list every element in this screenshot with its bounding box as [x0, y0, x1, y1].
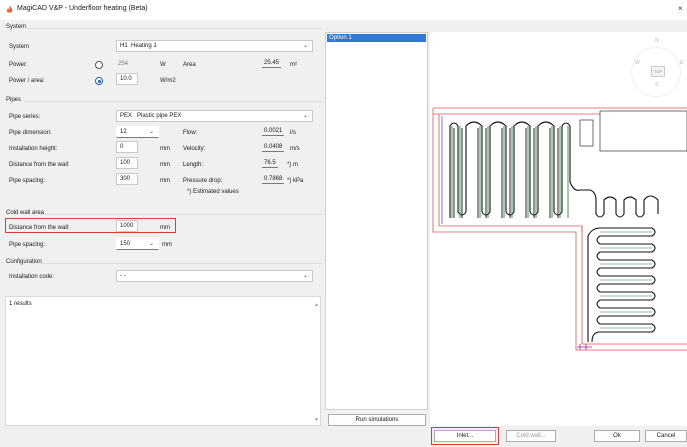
pipes-group-title: Pipes: [6, 97, 22, 103]
chevron-down-icon: ⌄: [302, 113, 308, 119]
flow-label: Flow:: [183, 130, 198, 136]
run-simulations-button[interactable]: Run simulations: [328, 414, 426, 426]
installation-code-value: - -: [120, 273, 126, 279]
pipe-spacing-label: Pipe spacing:: [9, 178, 46, 184]
chevron-down-icon: ⌄: [148, 129, 154, 135]
length-unit: *) m: [287, 162, 298, 168]
pipe-spacing-unit: mm: [160, 178, 170, 184]
power-area-unit: W/m2: [160, 78, 176, 84]
installation-code-select[interactable]: - - ⌄: [116, 270, 313, 282]
title-bar: MagiCAD V&P - Underfloor heating (Beta) …: [0, 0, 687, 20]
chevron-down-icon: ⌄: [148, 241, 154, 247]
area-value: 25.45: [262, 60, 282, 68]
option-list[interactable]: Option 1: [325, 32, 428, 410]
chevron-down-icon: ⌄: [302, 43, 308, 49]
highlight-inlet-button: [431, 427, 499, 445]
system-code: H1: [120, 43, 128, 49]
cold-wall-spacing-value: 150: [120, 241, 131, 247]
cold-wall-group-title: Cold wall area: [6, 210, 45, 216]
configuration-group-title: Configuration: [6, 259, 42, 265]
length-label: Length:: [183, 162, 204, 168]
velocity-label: Velocity:: [183, 146, 206, 152]
pipe-dimension-label: Pipe dimension:: [9, 130, 52, 136]
power-value: 254: [118, 61, 129, 67]
window-title: MagiCAD V&P - Underfloor heating (Beta): [17, 5, 148, 12]
small-box: [579, 119, 594, 147]
flow-value: 0.0021: [262, 128, 285, 136]
pipe-series-code: PEX: [120, 113, 133, 119]
velocity-unit: m/s: [290, 146, 300, 152]
distance-wall-input[interactable]: 100: [116, 157, 138, 169]
system-select[interactable]: H1 Heating 1 ⌄: [116, 40, 313, 52]
cold-wall-spacing-unit: mm: [162, 242, 172, 248]
pipe-series-label: Pipe series:: [9, 114, 41, 120]
system-group-divider: [26, 28, 322, 29]
pipe-loops-lower-green: [600, 231, 652, 329]
distance-wall-label: Distance from the wall:: [9, 162, 70, 168]
pipe-dimension-value: 12: [120, 129, 127, 135]
scroll-down-arrow-icon[interactable]: ▼: [314, 417, 319, 423]
installation-height-input[interactable]: 0: [116, 141, 138, 153]
ok-button[interactable]: Ok: [594, 430, 640, 442]
results-panel[interactable]: 1 results ▲ ▼: [5, 296, 321, 426]
cold-wall-button[interactable]: Cold wall...: [506, 430, 556, 442]
pipe-spacing-input[interactable]: 300: [116, 173, 138, 185]
system-group-title: System: [6, 24, 27, 30]
inlet-marker: [577, 344, 592, 350]
installation-height-unit: mm: [160, 146, 170, 152]
cold-wall-spacing-select[interactable]: 150 ⌄: [116, 238, 159, 250]
pipe-series-name: Plastic pipe PEX: [137, 113, 182, 119]
power-unit: W: [160, 62, 166, 68]
area-unit: m²: [290, 62, 297, 68]
option-item[interactable]: Option 1: [327, 34, 426, 42]
pipe-dimension-select[interactable]: 12 ⌄: [116, 126, 159, 138]
configuration-group-divider: [40, 263, 322, 264]
pipe-loops-lower: [587, 227, 656, 343]
floor-plan-drawing: [432, 107, 687, 351]
estimated-footnote: *) Estimated values: [187, 189, 239, 195]
layout-preview[interactable]: N S E W TOP: [430, 32, 687, 426]
power-area-input[interactable]: 10.0: [116, 73, 138, 85]
pipe-series-select[interactable]: PEX Plastic pipe PEX ⌄: [116, 110, 313, 122]
pressure-drop-label: Pressure drop:: [183, 178, 223, 184]
power-area-radio[interactable]: [95, 77, 103, 85]
velocity-value: 0.0408: [262, 144, 285, 152]
power-radio[interactable]: [95, 61, 103, 69]
installation-height-label: Installation height:: [9, 146, 58, 152]
pressure-drop-unit: *) kPa: [287, 178, 304, 184]
power-area-label: Power / area:: [9, 78, 45, 84]
scroll-up-arrow-icon[interactable]: ▲: [314, 302, 319, 308]
pressure-drop-value: 0.7868: [262, 176, 285, 184]
bottom-bar: [0, 426, 687, 447]
cold-wall-group-divider: [40, 214, 322, 215]
inner-room: [599, 110, 687, 152]
flow-unit: l/s: [290, 130, 296, 136]
system-label: System: [9, 44, 30, 50]
highlight-cold-wall-distance: [5, 218, 176, 233]
distance-wall-unit: mm: [160, 162, 170, 168]
chevron-down-icon: ⌄: [302, 273, 308, 279]
installation-code-label: Installation code:: [9, 274, 55, 280]
pipes-group-divider: [24, 101, 322, 102]
results-count: 1 results: [9, 301, 32, 307]
cold-wall-spacing-label: Pipe spacing:: [9, 242, 46, 248]
cancel-button[interactable]: Cancel: [645, 430, 687, 442]
system-name: Heating 1: [131, 43, 157, 49]
length-value: 76.5: [262, 160, 278, 168]
magicad-flame-icon: [6, 5, 13, 13]
power-label: Power:: [9, 62, 28, 68]
area-label: Area: [183, 62, 196, 68]
close-icon[interactable]: ×: [678, 4, 683, 13]
